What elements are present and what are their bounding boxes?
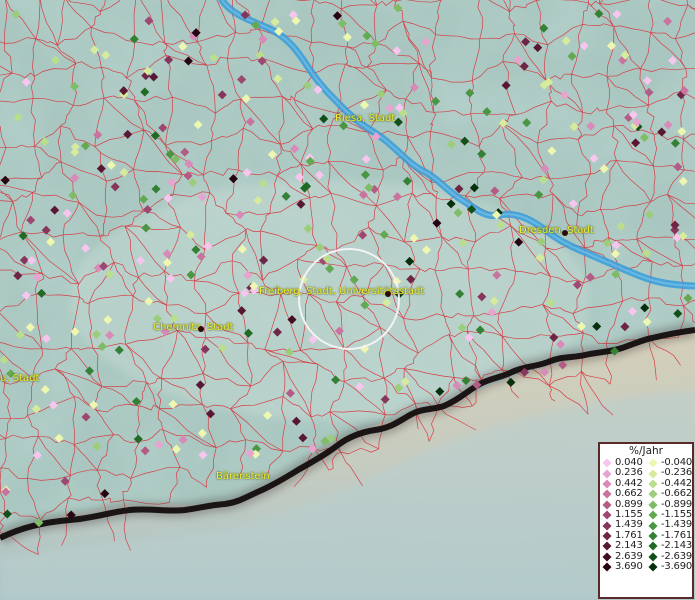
legend-swatch [648, 469, 658, 479]
legend-swatch [648, 500, 658, 510]
legend-swatch [648, 521, 658, 531]
legend-entry: -3.690 [646, 560, 693, 572]
legend-row: 2.143 -2.143 [600, 540, 693, 552]
legend-swatch [648, 541, 658, 551]
legend-swatch [602, 469, 612, 479]
legend-swatch [602, 531, 612, 541]
legend-swatch [648, 489, 658, 499]
legend-swatch [602, 552, 612, 562]
city-dot-freiberg [385, 291, 391, 297]
legend-entry: 3.690 [600, 560, 646, 572]
legend-swatch [648, 562, 658, 572]
legend-swatch [648, 531, 658, 541]
legend-row: 3.690 -3.690 [600, 560, 693, 572]
map-legend: %/Jahr 0.040 -0.040 0.236 -0.236 0.442 -0.442… [598, 442, 694, 599]
legend-swatch [648, 458, 658, 468]
city-dot-chemnitz [198, 326, 204, 332]
legend-swatch [602, 500, 612, 510]
city-dot-dresden [562, 230, 568, 236]
legend-swatch [602, 489, 612, 499]
legend-entry: -2.143 [646, 540, 693, 552]
city-label-chemnitz: Chemnitz, Stadt [153, 322, 234, 333]
map-canvas[interactable] [0, 0, 695, 600]
legend-swatch [648, 510, 658, 520]
legend-value: 3.690 [615, 560, 643, 572]
legend-entry: 2.143 [600, 540, 646, 552]
legend-swatch [648, 552, 658, 562]
city-label-freiberg: Freiberg, Stadt, Universitätsstadt [259, 286, 425, 297]
legend-swatch [602, 521, 612, 531]
legend-swatch [602, 510, 612, 520]
legend-row: 0.662 -0.662 [600, 488, 692, 499]
map-view[interactable]: Riesa, Stadt Dresden, Stadt Freiberg, St… [0, 0, 695, 600]
legend-swatch [602, 479, 612, 489]
legend-value: 2.143 [615, 540, 643, 552]
legend-swatch [602, 562, 612, 572]
legend-swatch [602, 458, 612, 468]
legend-value: -3.690 [661, 560, 693, 572]
city-label-riesa: Riesa, Stadt [335, 113, 396, 124]
legend-swatch [602, 541, 612, 551]
city-label-baerenstein: Bärenstein [216, 471, 270, 482]
legend-swatch [648, 479, 658, 489]
city-label-dresden: Dresden, Stadt [519, 225, 594, 236]
city-label-partial: u, Stadt [0, 373, 40, 384]
legend-value: -2.143 [661, 540, 693, 552]
legend-title: %/Jahr [628, 445, 664, 457]
legend-rows: 0.040 -0.040 0.236 -0.236 0.442 -0.442 0.662 -0… [600, 457, 693, 572]
